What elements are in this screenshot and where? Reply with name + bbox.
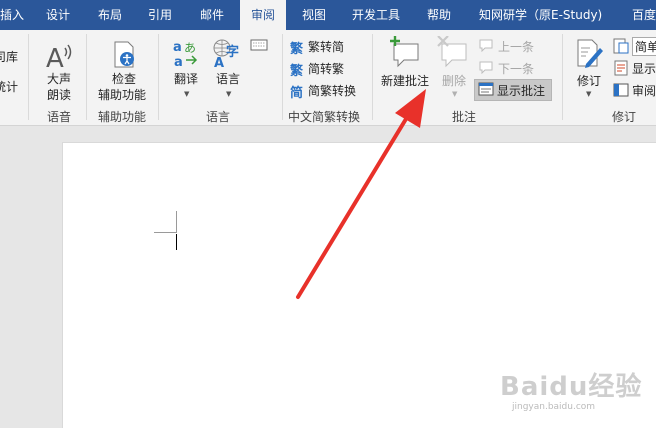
annotation-arrow [296, 89, 426, 299]
watermark-url: jingyan.baidu.com [512, 402, 596, 412]
baidu-watermark: Baidu经验 jingyan.baidu.com [500, 366, 650, 416]
watermark-logo-text: Baidu经验 [500, 372, 643, 402]
